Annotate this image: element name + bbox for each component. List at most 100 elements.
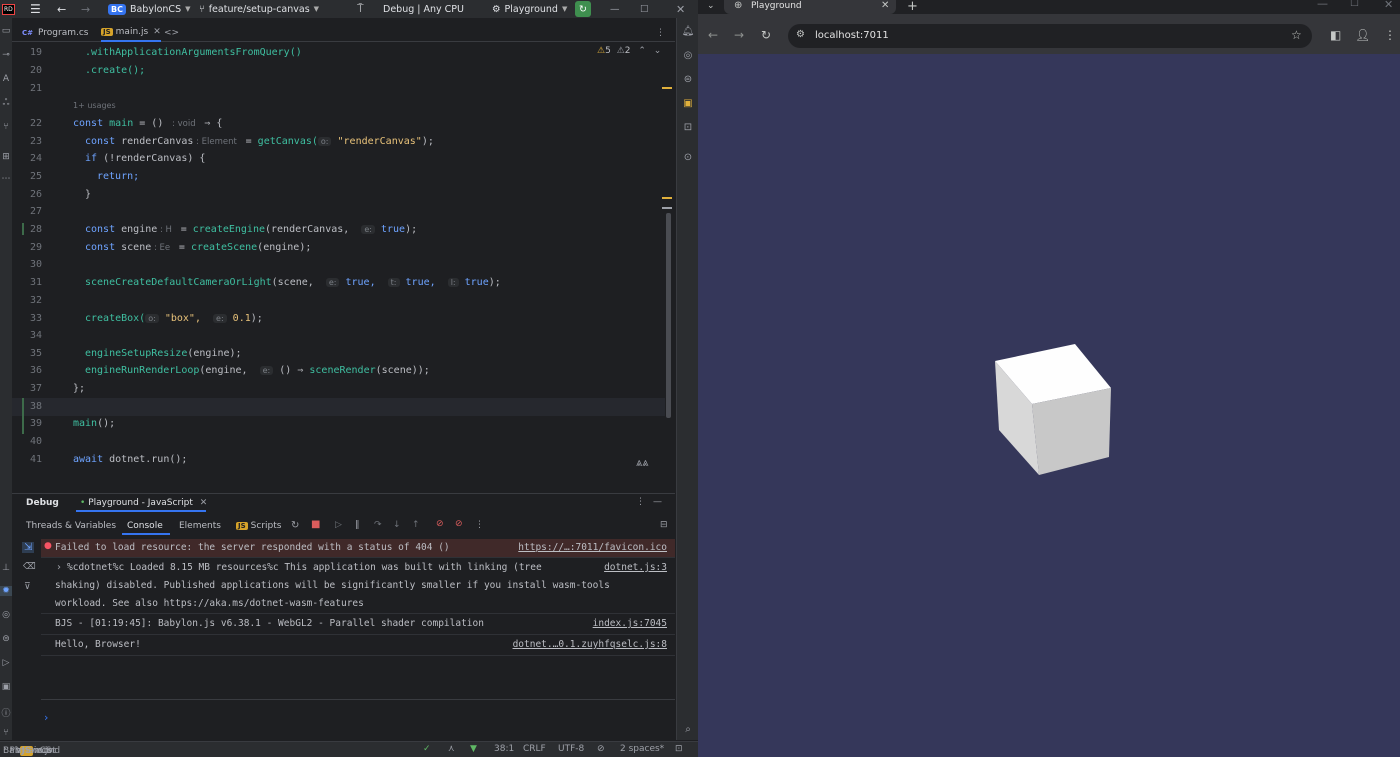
package-icon[interactable]: ▣ [677, 98, 699, 109]
folder-icon[interactable]: ▭ [0, 26, 12, 36]
structure-icon[interactable]: ஃ [0, 98, 12, 109]
editor-scrollbar[interactable] [666, 213, 671, 418]
filter-icon[interactable]: ⊽ [24, 582, 31, 592]
step-out-icon[interactable]: ↑ [412, 520, 420, 530]
chevron-down-icon[interactable]: ⌄ [654, 46, 662, 56]
close-session-icon[interactable]: ✕ [200, 498, 208, 508]
reload-icon[interactable]: ↻ [761, 28, 771, 42]
subtab-elements[interactable]: Elements [179, 521, 221, 531]
console-entry-error[interactable]: ● Failed to load resource: the server re… [41, 539, 675, 558]
code-style-icon[interactable]: ⊘ [597, 744, 605, 754]
weak-warning-marker[interactable] [662, 207, 672, 209]
vcs-icon[interactable]: ⑂ [0, 728, 12, 738]
clear-console-icon[interactable]: ⌫ [23, 562, 36, 572]
browser-tab-playground[interactable]: ⊕ Playground ✕ [724, 0, 896, 14]
build-config-selector[interactable]: Debug | Any CPU [383, 2, 464, 16]
console-source-link[interactable]: dotnet.js:3 [604, 562, 667, 573]
scroll-to-end-icon[interactable]: ⇲ [22, 542, 35, 553]
project-selector[interactable]: BC BabylonCS ▼ [108, 2, 191, 16]
services-icon[interactable]: ◎ [0, 610, 12, 620]
breadcrumb-item[interactable]: main.js [20, 746, 53, 756]
database-icon[interactable]: ⊜ [677, 74, 699, 85]
maximize-icon[interactable]: ☐ [1350, 0, 1359, 9]
console-entry-log[interactable]: BJS - [01:19:45]: Babylon.js v6.38.1 - W… [41, 615, 675, 635]
site-info-icon[interactable]: ⚙ [796, 29, 805, 40]
pause-icon[interactable]: ‖ [355, 520, 360, 530]
plugins-icon[interactable]: ⊞ [0, 152, 12, 162]
more-options-icon[interactable]: ⋮ [636, 497, 645, 507]
tab-program-cs[interactable]: C# Program.cs [20, 24, 89, 42]
minimize-icon[interactable]: — [610, 2, 620, 16]
url-text[interactable]: localhost:7011 [815, 30, 889, 41]
terminal-icon[interactable]: ▣ [0, 682, 12, 692]
bookmark-star-icon[interactable]: ☆ [1291, 28, 1302, 42]
run-config-selector[interactable]: ⚙ Playground ▼ [492, 2, 567, 16]
address-bar[interactable]: ⚙ localhost:7011 ☆ [788, 24, 1312, 48]
profile-icon[interactable]: 👤︎ [1355, 28, 1370, 42]
ai-status-icon[interactable]: ⋏ [448, 744, 455, 754]
close-window-icon[interactable]: ✕ [676, 2, 685, 16]
database-icon[interactable]: ⊜ [0, 634, 12, 644]
resume-icon[interactable]: ▷ [335, 520, 342, 530]
console-source-link[interactable]: https://…:7011/favicon.ico [518, 542, 667, 553]
caret-position[interactable]: 38:1 [494, 744, 514, 754]
forward-icon[interactable]: → [734, 28, 744, 42]
read-only-lock-icon[interactable]: ⊡ [675, 744, 683, 754]
code-editor[interactable]: ⚠5 ⚠2 ⌃ ⌄ 19 20 21 22 23 24 25 26 27 28 … [12, 43, 675, 473]
ai-assistant-icon[interactable]: ⩓⩓ [636, 456, 648, 470]
notifications-icon[interactable]: 🔔︎ [677, 26, 699, 37]
debug-run-icon[interactable]: ↻ [575, 1, 591, 17]
check-ok-icon[interactable]: ✓ [423, 744, 431, 754]
console-source-link[interactable]: index.js:7045 [593, 618, 667, 629]
forward-icon[interactable]: → [81, 2, 90, 16]
line-ending[interactable]: CRLF [523, 744, 546, 754]
render-canvas[interactable] [698, 54, 1400, 757]
subtab-scripts[interactable]: JS Scripts [236, 521, 281, 531]
problems-icon[interactable]: ⓘ [0, 706, 12, 719]
indent-setting[interactable]: 2 spaces* [620, 744, 664, 754]
more-icon[interactable]: ⋯ [0, 174, 12, 184]
mute-breakpoints-icon[interactable]: ⊘ [455, 519, 463, 529]
search-icon[interactable]: ⌕ [677, 724, 699, 735]
expand-icon[interactable]: › [57, 562, 61, 573]
subtab-threads-variables[interactable]: Threads & Variables [26, 521, 116, 531]
branch-selector[interactable]: ⑂ feature/setup-canvas ▼ [199, 2, 319, 16]
console-source-link[interactable]: dotnet.…0.1.zuyhfqselc.js:8 [513, 639, 667, 650]
close-tab-icon[interactable]: ✕ [153, 27, 161, 37]
back-icon[interactable]: ← [708, 28, 718, 42]
maximize-icon[interactable]: ☐ [640, 2, 649, 16]
layout-icon[interactable]: ⊟ [660, 520, 668, 530]
git-icon[interactable]: ⑂ [0, 122, 12, 132]
ai-icon[interactable]: ◎ [677, 50, 699, 61]
run-icon[interactable]: ▷ [0, 658, 12, 668]
rerun-icon[interactable]: ↻ [291, 520, 299, 531]
subtab-console[interactable]: Console [127, 521, 163, 531]
new-tab-icon[interactable]: + [907, 0, 918, 14]
back-icon[interactable]: ← [57, 2, 66, 16]
tab-main-js[interactable]: JS main.js ✕ [101, 24, 161, 42]
console-entry-log[interactable]: Hello, Browser! dotnet.…0.1.zuyhfqselc.j… [41, 636, 675, 656]
more-options-icon[interactable]: ⋮ [475, 520, 484, 530]
console-entry-info[interactable]: › %cdotnet%c Loaded 8.15 MB resources%c … [41, 559, 675, 614]
inspection-widget[interactable]: ⚠5 ⚠2 ⌃ ⌄ [597, 46, 661, 56]
commit-icon[interactable]: ⊸ [0, 50, 12, 60]
stop-icon[interactable]: ■ [311, 519, 320, 530]
side-panel-icon[interactable]: ◧ [1330, 28, 1341, 42]
hide-panel-icon[interactable]: — [653, 497, 662, 507]
inspect-icon[interactable]: ⊙ [677, 152, 699, 163]
debug-session-tab[interactable]: • Playground - JavaScript ✕ [80, 498, 207, 508]
close-window-icon[interactable]: ✕ [1384, 0, 1393, 11]
code-with-me-icon[interactable]: <> [164, 24, 179, 42]
step-into-icon[interactable]: ↓ [393, 520, 401, 530]
browser-menu-icon[interactable]: ⋮ [1384, 28, 1396, 42]
tab-search-icon[interactable]: ⌄ [707, 1, 715, 11]
debug-tool-icon[interactable]: ✹ [0, 586, 12, 596]
vcs-status-icon[interactable]: ▼ [470, 744, 477, 754]
view-breakpoints-icon[interactable]: ⊘ [436, 519, 444, 529]
usages-hint[interactable]: 1+ usages [73, 101, 116, 110]
minimize-icon[interactable]: — [1317, 0, 1328, 10]
file-encoding[interactable]: UTF-8 [558, 744, 584, 754]
close-tab-icon[interactable]: ✕ [881, 0, 889, 11]
chevron-up-icon[interactable]: ⌃ [638, 46, 646, 56]
warning-marker[interactable] [662, 197, 672, 199]
